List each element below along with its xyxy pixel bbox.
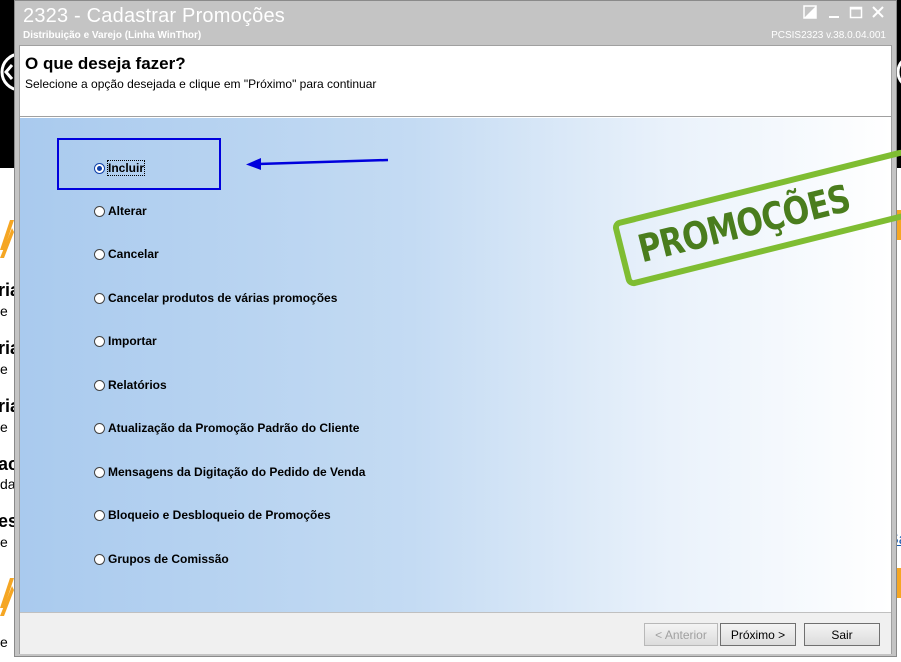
option-label: Atualização da Promoção Padrão do Client… (108, 421, 360, 435)
radio-button[interactable] (94, 162, 105, 174)
option-alterar[interactable]: Alterar (94, 203, 147, 219)
background-logo-stripe-icon (0, 220, 14, 258)
option-importar[interactable]: Importar (94, 333, 157, 349)
restore-icon[interactable] (803, 5, 817, 19)
background-text: e (0, 534, 8, 550)
option-cancelar[interactable]: Cancelar (94, 246, 159, 262)
background-text: e (0, 634, 8, 650)
option-bloqueio-desbloqueio[interactable]: Bloqueio e Desbloqueio de Promoções (94, 507, 331, 523)
radio-button[interactable] (94, 205, 105, 217)
instructions-text: Selecione a opção desejada e clique em "… (25, 77, 377, 91)
stamp-text: PROMOÇÕES (633, 176, 855, 272)
background-logo-stripe-icon-2 (0, 578, 14, 616)
option-label: Cancelar produtos de várias promoções (108, 291, 338, 305)
option-relatorios[interactable]: Relatórios (94, 377, 167, 393)
radio-button[interactable] (94, 292, 105, 304)
promocoes-stamp: PROMOÇÕES (611, 148, 901, 288)
option-label: Bloqueio e Desbloqueio de Promoções (108, 508, 331, 522)
title-bar[interactable]: 2323 - Cadastrar Promoções Distribuição … (15, 1, 896, 45)
option-cancelar-produtos[interactable]: Cancelar produtos de várias promoções (94, 290, 337, 306)
version-label: PCSIS2323 v.38.0.04.001 (771, 30, 886, 41)
next-button[interactable]: Próximo > (720, 623, 796, 646)
background-text: e (0, 419, 8, 435)
radio-button[interactable] (94, 248, 105, 260)
radio-button[interactable] (94, 553, 105, 565)
annotation-arrow-icon (246, 158, 389, 170)
background-text: e (0, 361, 8, 377)
radio-button[interactable] (94, 335, 105, 347)
minimize-icon[interactable] (827, 5, 841, 19)
option-label: Grupos de Comissão (108, 552, 229, 566)
option-grupos-comissao[interactable]: Grupos de Comissão (94, 551, 229, 567)
exit-button[interactable]: Sair (804, 623, 880, 646)
window-subtitle: Distribuição e Varejo (Linha WinThor) (23, 30, 202, 41)
background-text: e (0, 303, 8, 319)
radio-button[interactable] (94, 509, 105, 521)
radio-button[interactable] (94, 466, 105, 478)
option-label: Cancelar (108, 247, 159, 261)
radio-button[interactable] (94, 379, 105, 391)
wizard-footer: < Anterior Próximo > Sair (20, 612, 891, 654)
wizard-header: O que deseja fazer? Selecione a opção de… (20, 46, 891, 117)
option-label: Importar (108, 334, 157, 348)
dialog-window: 2323 - Cadastrar Promoções Distribuição … (14, 0, 901, 657)
options-panel: Incluir Alterar Cancelar Cancelar produt… (20, 118, 901, 612)
option-incluir[interactable]: Incluir (94, 160, 146, 176)
wizard-body: O que deseja fazer? Selecione a opção de… (19, 45, 901, 654)
option-mensagens-digitacao[interactable]: Mensagens da Digitação do Pedido de Vend… (94, 464, 365, 480)
close-icon[interactable] (871, 5, 885, 19)
option-label: Alterar (108, 204, 147, 218)
option-label: Relatórios (108, 378, 167, 392)
previous-button[interactable]: < Anterior (644, 623, 718, 646)
option-label: Mensagens da Digitação do Pedido de Vend… (108, 465, 366, 479)
option-atualizacao-promocao[interactable]: Atualização da Promoção Padrão do Client… (94, 420, 359, 436)
maximize-icon[interactable] (849, 5, 863, 19)
radio-button[interactable] (94, 422, 105, 434)
page-title: O que deseja fazer? (25, 54, 186, 73)
window-title: 2323 - Cadastrar Promoções (23, 5, 285, 27)
option-label: Incluir (106, 160, 146, 176)
